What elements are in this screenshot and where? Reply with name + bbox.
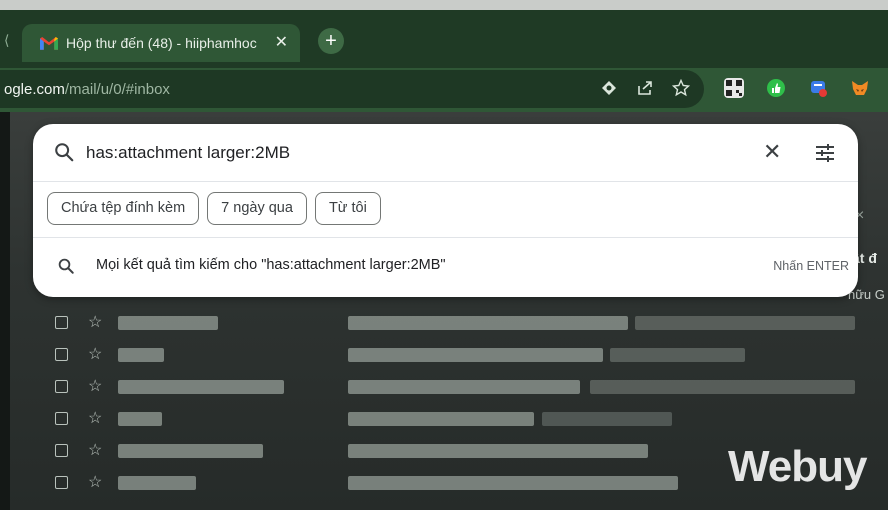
gmail-icon: [40, 37, 58, 50]
blurred-sender: [118, 380, 284, 394]
search-icon[interactable]: [53, 141, 75, 163]
url-text: ogle.com/mail/u/0/#inbox: [4, 81, 170, 98]
blurred-sender: [118, 412, 162, 426]
row-star-icon[interactable]: ☆: [88, 440, 102, 460]
address-bar[interactable]: ogle.com/mail/u/0/#inbox: [0, 70, 704, 108]
previous-tab-edge[interactable]: ⟨: [4, 32, 9, 49]
email-row[interactable]: ☆: [50, 372, 880, 404]
blurred-preview: [590, 380, 855, 394]
search-suggestion[interactable]: Mọi kết quả tìm kiếm cho "has:attachment…: [33, 238, 858, 294]
blurred-sender: [118, 444, 263, 458]
new-tab-button[interactable]: +: [318, 28, 344, 54]
suggestion-text: Mọi kết quả tìm kiếm cho "has:attachment…: [96, 257, 446, 273]
blurred-sender: [118, 476, 196, 490]
blurred-preview: [610, 348, 745, 362]
blurred-subject: [348, 476, 678, 490]
thumbs-up-extension-icon[interactable]: [766, 78, 786, 98]
row-star-icon[interactable]: ☆: [88, 376, 102, 396]
row-checkbox[interactable]: [55, 348, 68, 361]
tab-gmail-inbox[interactable]: Hộp thư đến (48) - hiiphamhoc ✕: [22, 24, 300, 62]
blurred-preview: [542, 412, 672, 426]
blurred-subject: [348, 380, 580, 394]
email-row[interactable]: ☆: [50, 340, 880, 372]
row-checkbox[interactable]: [55, 412, 68, 425]
row-star-icon[interactable]: ☆: [88, 312, 102, 332]
chip-has-attachment[interactable]: Chứa tệp đính kèm: [47, 192, 200, 225]
chip-last-7-days[interactable]: 7 ngày qua: [207, 192, 307, 225]
url-path: /mail/u/0/#inbox: [64, 80, 170, 98]
star-icon[interactable]: [672, 79, 690, 97]
blurred-subject: [348, 316, 628, 330]
clear-search-icon[interactable]: ✕: [763, 140, 781, 164]
page-left-edge: [0, 112, 10, 510]
tab-bar: ⟨ Hộp thư đến (48) - hiiphamhoc ✕ +: [0, 10, 888, 68]
watermark: Webuy: [728, 442, 867, 491]
url-host: ogle.com: [4, 80, 65, 98]
email-row[interactable]: ☆: [50, 404, 880, 436]
share-icon[interactable]: [636, 79, 654, 97]
email-row[interactable]: ☆: [50, 308, 880, 340]
qr-code-extension-icon[interactable]: [724, 78, 744, 98]
row-star-icon[interactable]: ☆: [88, 472, 102, 492]
row-checkbox[interactable]: [55, 476, 68, 489]
row-checkbox[interactable]: [55, 444, 68, 457]
blurred-preview: [635, 316, 855, 330]
browser-toolbar: ogle.com/mail/u/0/#inbox: [0, 68, 888, 112]
metamask-fox-icon[interactable]: [850, 78, 870, 98]
search-icon: [58, 258, 74, 274]
row-star-icon[interactable]: ☆: [88, 408, 102, 428]
row-star-icon[interactable]: ☆: [88, 344, 102, 364]
search-bar: ✕: [33, 124, 858, 182]
eye-hide-icon[interactable]: [600, 79, 618, 97]
search-dropdown: ✕ Chứa tệp đính kèm 7 ngày qua Từ tôi Mọ…: [33, 124, 858, 297]
screen: ⟨ Hộp thư đến (48) - hiiphamhoc ✕ + ogle…: [0, 0, 888, 510]
tab-close-icon[interactable]: ✕: [275, 33, 288, 53]
enter-hint: Nhấn ENTER: [773, 259, 849, 273]
blurred-sender: [118, 316, 218, 330]
chip-from-me[interactable]: Từ tôi: [314, 192, 381, 225]
blurred-subject: [348, 348, 603, 362]
blurred-subject: [348, 444, 648, 458]
search-options-icon[interactable]: [813, 141, 837, 165]
row-checkbox[interactable]: [55, 316, 68, 329]
search-input[interactable]: [86, 140, 686, 166]
row-checkbox[interactable]: [55, 380, 68, 393]
window-top-strip: [0, 0, 888, 10]
blue-extension-icon[interactable]: [808, 78, 828, 98]
tab-title: Hộp thư đến (48) - hiiphamhoc: [66, 35, 257, 51]
search-chips: Chứa tệp đính kèm 7 ngày qua Từ tôi: [47, 192, 381, 225]
address-bar-actions: [600, 79, 690, 97]
blurred-sender: [118, 348, 164, 362]
blurred-subject: [348, 412, 534, 426]
